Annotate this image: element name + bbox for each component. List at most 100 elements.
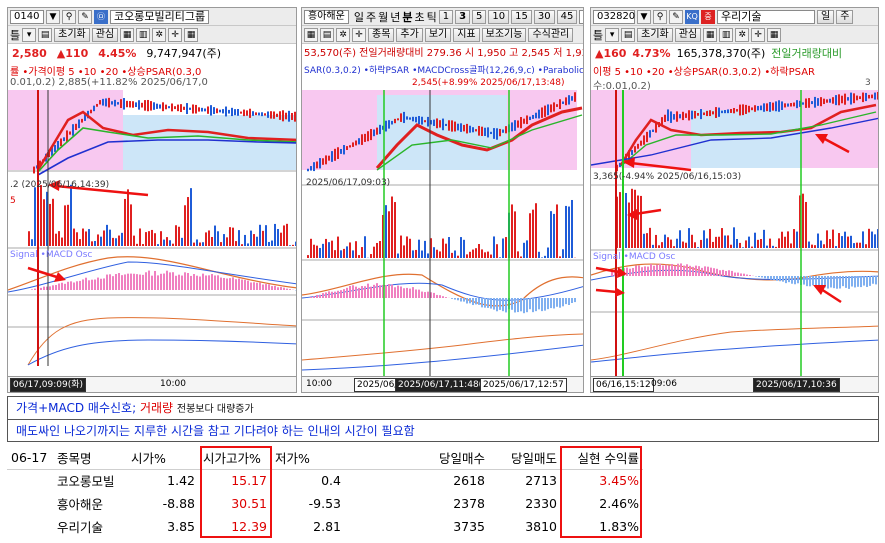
period-15[interactable]: 15 bbox=[511, 9, 532, 24]
candle bbox=[850, 92, 852, 105]
grid-small-icon[interactable]: ▦ bbox=[184, 27, 199, 42]
stock-tool-button[interactable]: 종목 bbox=[368, 27, 395, 42]
period-45[interactable]: 45 bbox=[556, 9, 578, 24]
crosshair-icon[interactable]: ✛ bbox=[352, 27, 366, 42]
osc-bar bbox=[743, 273, 745, 276]
reset-button[interactable]: 초기화 bbox=[637, 27, 673, 42]
tab-week[interactable]: 주 bbox=[836, 9, 854, 24]
osc-bar bbox=[535, 298, 537, 312]
high-price-annotation: 2,545(+8.99% 2025/06/17,13:48) bbox=[412, 78, 565, 88]
candle bbox=[237, 109, 239, 116]
volume-bar bbox=[73, 228, 75, 246]
add-tool-button[interactable]: 추가 bbox=[396, 27, 423, 42]
tab-month[interactable]: 월 bbox=[378, 9, 388, 25]
volume-bar bbox=[52, 198, 54, 246]
chart-plot-area[interactable] bbox=[8, 90, 297, 366]
crosshair-icon[interactable]: ✛ bbox=[751, 27, 766, 42]
settings-gear-icon[interactable]: ✲ bbox=[336, 27, 350, 42]
osc-bar bbox=[154, 270, 156, 290]
volume-bar bbox=[811, 244, 813, 248]
osc-bar bbox=[749, 274, 751, 276]
cell-open-pct: -8.88 bbox=[162, 496, 195, 511]
crosshair-icon[interactable]: ✛ bbox=[168, 27, 183, 42]
dropdown-arrow-icon[interactable]: ▼ bbox=[46, 9, 60, 24]
reset-button[interactable]: 초기화 bbox=[54, 27, 90, 42]
grid-icon[interactable]: ▥ bbox=[136, 27, 151, 42]
osc-bar bbox=[217, 275, 219, 290]
header-spacer bbox=[345, 446, 415, 470]
wrench-icon[interactable]: ✎ bbox=[669, 9, 683, 24]
volume-bar bbox=[685, 242, 687, 248]
osc-bar bbox=[256, 282, 258, 290]
tab-minute[interactable]: 분 bbox=[402, 9, 412, 25]
table-icon[interactable]: ▦ bbox=[120, 27, 135, 42]
dropdown-arrow-icon[interactable]: ▾ bbox=[605, 27, 620, 42]
stock-name-field[interactable]: 우리기술 bbox=[717, 9, 815, 24]
osc-bar bbox=[88, 280, 90, 290]
stock-code-input[interactable]: 0140 bbox=[10, 9, 44, 24]
candle bbox=[823, 98, 825, 105]
tab-week[interactable]: 주 bbox=[366, 9, 376, 25]
tab-second[interactable]: 초 bbox=[414, 9, 424, 25]
grid-icon[interactable]: ▥ bbox=[719, 27, 734, 42]
volume-bar bbox=[847, 236, 849, 248]
volume-bar bbox=[127, 189, 129, 246]
chart-icon[interactable]: ▤ bbox=[320, 27, 334, 42]
watchlist-button[interactable]: 관심 bbox=[674, 27, 702, 42]
volume-bar bbox=[307, 255, 309, 258]
osc-bar bbox=[574, 298, 576, 303]
stock-name-field[interactable]: 코오롱모빌리티그룹 bbox=[110, 9, 210, 24]
volume-bar bbox=[850, 235, 852, 248]
candle bbox=[285, 112, 287, 120]
candle bbox=[81, 118, 83, 123]
candle bbox=[72, 124, 74, 136]
volume-bar bbox=[562, 249, 564, 258]
period-10[interactable]: 10 bbox=[488, 9, 510, 24]
grid-small-icon[interactable]: ▦ bbox=[767, 27, 782, 42]
indicator-tool-button[interactable]: 지표 bbox=[453, 27, 480, 42]
aux-function-button[interactable]: 보조기능 bbox=[481, 27, 527, 42]
candle bbox=[523, 118, 525, 124]
volume-bar bbox=[820, 240, 822, 248]
candle bbox=[478, 125, 480, 136]
formula-manage-button[interactable]: 수식관리 bbox=[528, 27, 574, 42]
chart-plot-area[interactable] bbox=[302, 90, 584, 378]
candle bbox=[811, 101, 813, 105]
period-30[interactable]: 30 bbox=[533, 9, 555, 24]
candle bbox=[652, 129, 654, 132]
candle bbox=[814, 96, 816, 108]
tab-day[interactable]: 일 bbox=[817, 9, 835, 24]
dropdown-arrow-icon[interactable]: ▼ bbox=[637, 9, 651, 24]
watchlist-button[interactable]: 관심 bbox=[91, 27, 119, 42]
tab-year[interactable]: 년 bbox=[390, 9, 400, 25]
volume-bar bbox=[340, 250, 342, 258]
period-3[interactable]: 3 bbox=[455, 9, 471, 24]
osc-bar bbox=[668, 265, 670, 276]
volume-bar bbox=[310, 238, 312, 258]
osc-bar bbox=[427, 291, 429, 298]
tab-day[interactable]: 일 bbox=[354, 9, 364, 25]
period-5[interactable]: 5 bbox=[472, 9, 487, 24]
period-select[interactable]: 3 bbox=[579, 9, 583, 24]
volume-bar bbox=[877, 229, 878, 248]
stock-code-input[interactable]: 032820 bbox=[593, 9, 635, 24]
layout-icon[interactable]: ▤ bbox=[621, 27, 636, 42]
dropdown-arrow-icon[interactable]: ▾ bbox=[22, 27, 37, 42]
osc-bar bbox=[445, 297, 447, 298]
tab-tick[interactable]: 틱 bbox=[427, 9, 437, 25]
volume-bar bbox=[802, 193, 804, 248]
settings-gear-icon[interactable]: ✲ bbox=[735, 27, 750, 42]
chart-plot-area[interactable] bbox=[591, 90, 879, 378]
stock-name-field[interactable]: 흥아해운 bbox=[304, 9, 349, 24]
settings-gear-icon[interactable]: ✲ bbox=[152, 27, 167, 42]
search-icon[interactable]: ⚲ bbox=[653, 9, 667, 24]
view-tool-button[interactable]: 보기 bbox=[424, 27, 452, 42]
wrench-icon[interactable]: ✎ bbox=[78, 9, 92, 24]
osc-bar bbox=[418, 289, 420, 298]
search-icon[interactable]: ⚲ bbox=[62, 9, 76, 24]
cell-low-pct: -9.53 bbox=[308, 496, 341, 511]
grid-icon[interactable]: ▦ bbox=[304, 27, 318, 42]
period-1[interactable]: 1 bbox=[438, 9, 454, 24]
table-icon[interactable]: ▦ bbox=[703, 27, 718, 42]
layout-icon[interactable]: ▤ bbox=[38, 27, 53, 42]
